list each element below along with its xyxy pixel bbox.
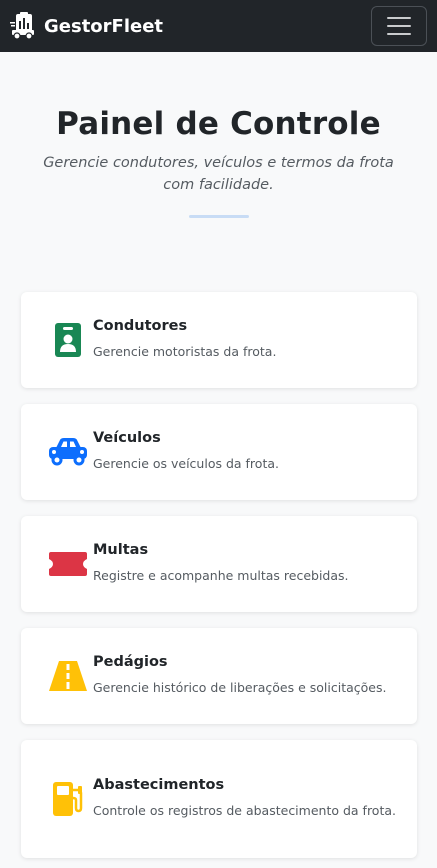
id-badge-icon bbox=[47, 319, 89, 361]
navbar: GestorFleet bbox=[0, 0, 437, 52]
card-multas[interactable]: Multas Registre e acompanhe multas receb… bbox=[21, 515, 417, 612]
card-title: Multas bbox=[93, 541, 149, 558]
card-title: Condutores bbox=[93, 317, 188, 334]
card-description: Gerencie os veículos da frota. bbox=[93, 455, 279, 471]
road-icon bbox=[47, 655, 89, 697]
brand-link[interactable]: GestorFleet bbox=[10, 12, 163, 40]
ticket-icon bbox=[47, 543, 89, 585]
card-veiculos[interactable]: Veículos Gerencie os veículos da frota. bbox=[21, 403, 417, 500]
card-pedagios[interactable]: Pedágios Gerencie histórico de liberaçõe… bbox=[21, 627, 417, 724]
car-icon bbox=[47, 431, 89, 473]
card-description: Gerencie histórico de liberações e solic… bbox=[93, 679, 387, 695]
card-description: Registre e acompanhe multas recebidas. bbox=[93, 567, 349, 583]
hamburger-menu-button[interactable] bbox=[371, 6, 427, 46]
card-description: Controle os registros de abastecimento d… bbox=[93, 802, 396, 818]
page-title: Painel de Controle bbox=[56, 106, 381, 142]
brand-name: GestorFleet bbox=[44, 15, 164, 37]
hero: Painel de Controle Gerencie condutores, … bbox=[0, 52, 437, 218]
module-cards: Condutores Gerencie motoristas da frota.… bbox=[0, 218, 437, 858]
card-abastecimentos[interactable]: Abastecimentos Controle os registros de … bbox=[21, 739, 417, 858]
page-subtitle: Gerencie condutores, veículos e termos d… bbox=[43, 155, 394, 194]
hamburger-menu-icon bbox=[387, 17, 411, 19]
card-title: Veículos bbox=[93, 429, 161, 446]
fuel-pump-icon bbox=[47, 778, 89, 820]
card-condutores[interactable]: Condutores Gerencie motoristas da frota. bbox=[21, 291, 417, 388]
truck-clipboard-icon bbox=[10, 12, 36, 40]
card-description: Gerencie motoristas da frota. bbox=[93, 343, 277, 359]
card-title: Abastecimentos bbox=[93, 776, 225, 793]
card-title: Pedágios bbox=[93, 653, 168, 670]
